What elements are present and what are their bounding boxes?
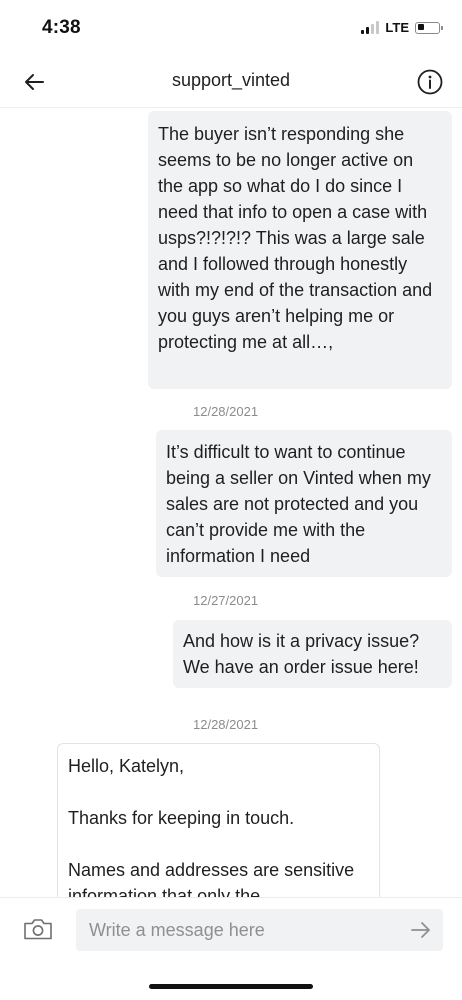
info-button[interactable]	[416, 68, 444, 96]
message-bubble-outgoing: And how is it a privacy issue? We have a…	[173, 620, 452, 688]
send-button[interactable]	[409, 918, 433, 942]
message-composer	[0, 897, 462, 962]
message-bubble-outgoing: The buyer isn’t responding she seems to …	[148, 111, 452, 389]
status-time: 4:38	[42, 17, 81, 38]
message-bubble-outgoing: It’s difficult to want to continue being…	[156, 430, 452, 577]
battery-icon	[415, 21, 443, 34]
message-timestamp: 12/27/2021	[193, 593, 259, 608]
message-input[interactable]	[76, 909, 396, 951]
camera-icon	[24, 919, 52, 940]
status-indicators: LTE	[361, 20, 443, 35]
chat-screen: 4:38 LTE support_vinted The buyer isn’t …	[0, 0, 462, 1000]
arrow-right-icon	[411, 922, 430, 938]
message-paragraph: Names and addresses are sensitive inform…	[68, 860, 355, 897]
conversation-title: support_vinted	[171, 70, 291, 90]
info-circle-icon	[417, 69, 443, 95]
message-timestamp: 12/28/2021	[193, 404, 259, 419]
message-bubble-incoming: Hello, Katelyn, Thanks for keeping in to…	[57, 743, 380, 897]
message-paragraph: Thanks for keeping in touch.	[68, 808, 295, 828]
status-bar: 4:38 LTE	[0, 0, 462, 56]
message-input-container	[76, 909, 443, 951]
camera-button[interactable]	[20, 914, 56, 944]
message-list[interactable]: The buyer isn’t responding she seems to …	[0, 109, 462, 897]
signal-strength-icon	[361, 21, 380, 34]
chat-header: support_vinted	[0, 56, 462, 108]
message-paragraph: Hello, Katelyn,	[68, 756, 185, 776]
battery-level	[417, 24, 424, 30]
network-type: LTE	[385, 20, 409, 35]
message-timestamp: 12/28/2021	[193, 717, 259, 732]
home-indicator	[149, 984, 313, 989]
